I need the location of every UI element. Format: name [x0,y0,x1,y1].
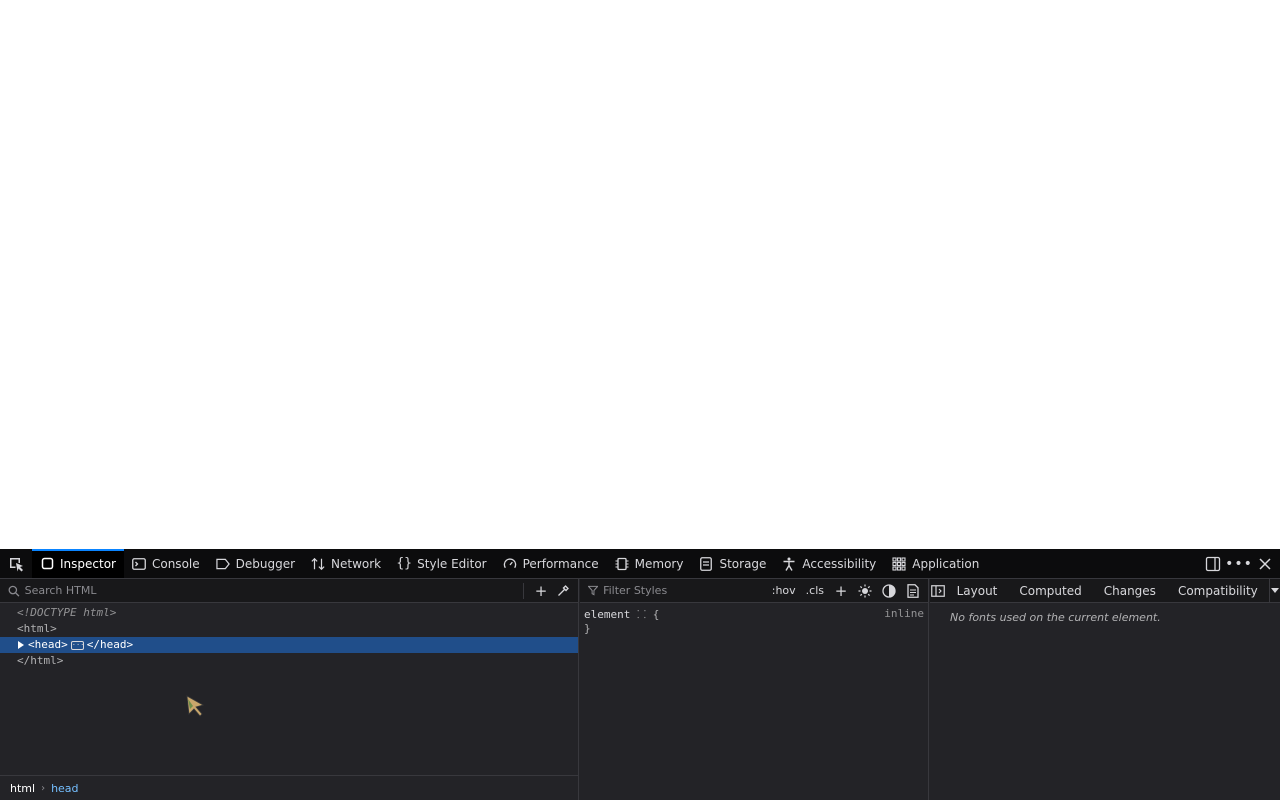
filter-styles [580,584,768,597]
hover-state-button[interactable]: :hov [768,584,800,597]
class-toggle-button[interactable]: .cls [802,584,828,597]
head-close-tag: </head> [86,638,134,651]
contrast-icon [882,583,896,598]
network-icon [311,557,325,571]
more-options-button[interactable]: ••• [1225,555,1252,573]
inspector-icon [40,557,54,571]
plus-icon: + [834,581,848,600]
tab-changes[interactable]: Changes [1093,584,1167,598]
dark-color-scheme-button[interactable] [878,580,900,602]
add-node-button[interactable]: + [530,580,552,602]
rule-open-brace: { [652,608,660,621]
collapsed-ellipsis-icon[interactable]: ··· [70,640,84,650]
tab-label: Console [151,556,200,571]
storage-icon [699,556,713,571]
tab-memory[interactable]: Memory [607,549,692,578]
markup-search-bar: + [0,579,578,603]
tab-label: Debugger [235,556,296,571]
busy-cursor-icon [186,695,205,717]
rules-buttons: :hov .cls + [768,580,928,602]
tab-storage[interactable]: Storage [691,549,774,578]
tab-label: Accessibility [802,556,877,571]
rule-source[interactable]: inline [884,607,924,620]
fonts-empty-message: No fonts used on the current element. [950,611,1161,624]
tab-label: Style Editor [417,556,487,571]
more-tabs-button[interactable] [1268,578,1280,603]
markup-tree: <!DOCTYPE html> <html> <head> ··· </head> … [0,603,578,669]
sidebar-pane: Layout Computed Changes Compatibility No… [930,578,1280,800]
markup-pane: + <!DOCTYPE html> <html> <head>···</head… [0,579,579,800]
tab-accessibility[interactable]: Accessibility [774,549,884,578]
tab-layout[interactable]: Layout [946,584,1009,598]
element-picker-button[interactable] [0,549,32,578]
head-node-selected[interactable]: <head> ··· </head> [0,637,578,653]
dock-toggle-button[interactable] [1204,555,1222,573]
plus-icon: + [534,581,548,600]
devtools-toolbar: Inspector Console Debugger Network {} St… [0,549,1280,579]
debugger-icon [215,557,230,571]
filter-styles-input[interactable] [603,584,768,597]
chevron-down-icon [1270,587,1279,593]
application-icon [892,556,906,571]
doctype-node[interactable]: <!DOCTYPE html> [0,605,578,621]
tab-label: Application [912,556,980,571]
tab-label: Memory [634,556,684,571]
breadcrumb: html › head [0,775,579,800]
console-icon [132,557,146,571]
devtools-panel: Inspector Console Debugger Network {} St… [0,549,1280,800]
rule-close-brace: } [584,622,591,635]
sun-icon [858,584,872,597]
dock-side-icon [1205,556,1221,571]
tab-label: Inspector [60,556,116,571]
element-rule: element ⸬ { } inline [580,603,928,639]
sidebar-tabs: Layout Computed Changes Compatibility [930,578,1280,603]
breadcrumb-separator-icon: › [41,782,46,794]
meatball-menu-icon: ••• [1225,555,1253,572]
element-selector: element [584,608,637,621]
html-close-node[interactable]: </html> [0,653,578,669]
performance-icon [503,557,517,571]
page-viewport [0,0,1280,549]
close-devtools-button[interactable] [1256,555,1274,573]
tab-console[interactable]: Console [124,549,208,578]
memory-icon [615,557,629,571]
tab-performance[interactable]: Performance [495,549,607,578]
search-html-input[interactable] [24,584,517,597]
tab-label: Performance [522,556,599,571]
search-icon [8,585,20,597]
tab-label: Storage [719,556,767,571]
add-rule-button[interactable]: + [830,580,852,602]
document-icon [907,583,919,598]
style-editor-icon: {} [396,556,412,571]
breadcrumb-head[interactable]: head [51,782,78,795]
accessibility-icon [782,557,796,571]
element-picker-icon [10,557,23,571]
grid-highlight-icon[interactable]: ⸬ [637,608,646,621]
sidebar-toggle-icon [930,584,945,597]
rules-pane: :hov .cls + element ⸬ { } inline [580,579,929,800]
tab-inspector[interactable]: Inspector [32,549,124,578]
head-open-tag: <head> [28,638,68,651]
tab-network[interactable]: Network [303,549,389,578]
light-color-scheme-button[interactable] [854,580,876,602]
eyedropper-button[interactable] [552,580,574,602]
tab-computed[interactable]: Computed [1008,584,1092,598]
eyedropper-icon [557,585,569,596]
html-open-node[interactable]: <html> [0,621,578,637]
tab-debugger[interactable]: Debugger [208,549,303,578]
toggle-sidebar-button[interactable] [930,584,946,597]
expand-twisty-icon[interactable] [18,641,24,649]
search-html [0,584,517,597]
toolbar-right-controls: ••• [1204,549,1280,578]
rules-toolbar: :hov .cls + [580,579,928,603]
tab-style-editor[interactable]: {} Style Editor [389,549,494,578]
toolbar-separator [523,582,524,599]
tab-application[interactable]: Application [884,549,987,578]
breadcrumb-html[interactable]: html [10,782,35,795]
close-icon [1259,557,1271,570]
tab-label: Network [331,556,382,571]
print-media-button[interactable] [902,580,924,602]
tab-compatibility[interactable]: Compatibility [1167,584,1269,598]
filter-icon [588,585,599,596]
